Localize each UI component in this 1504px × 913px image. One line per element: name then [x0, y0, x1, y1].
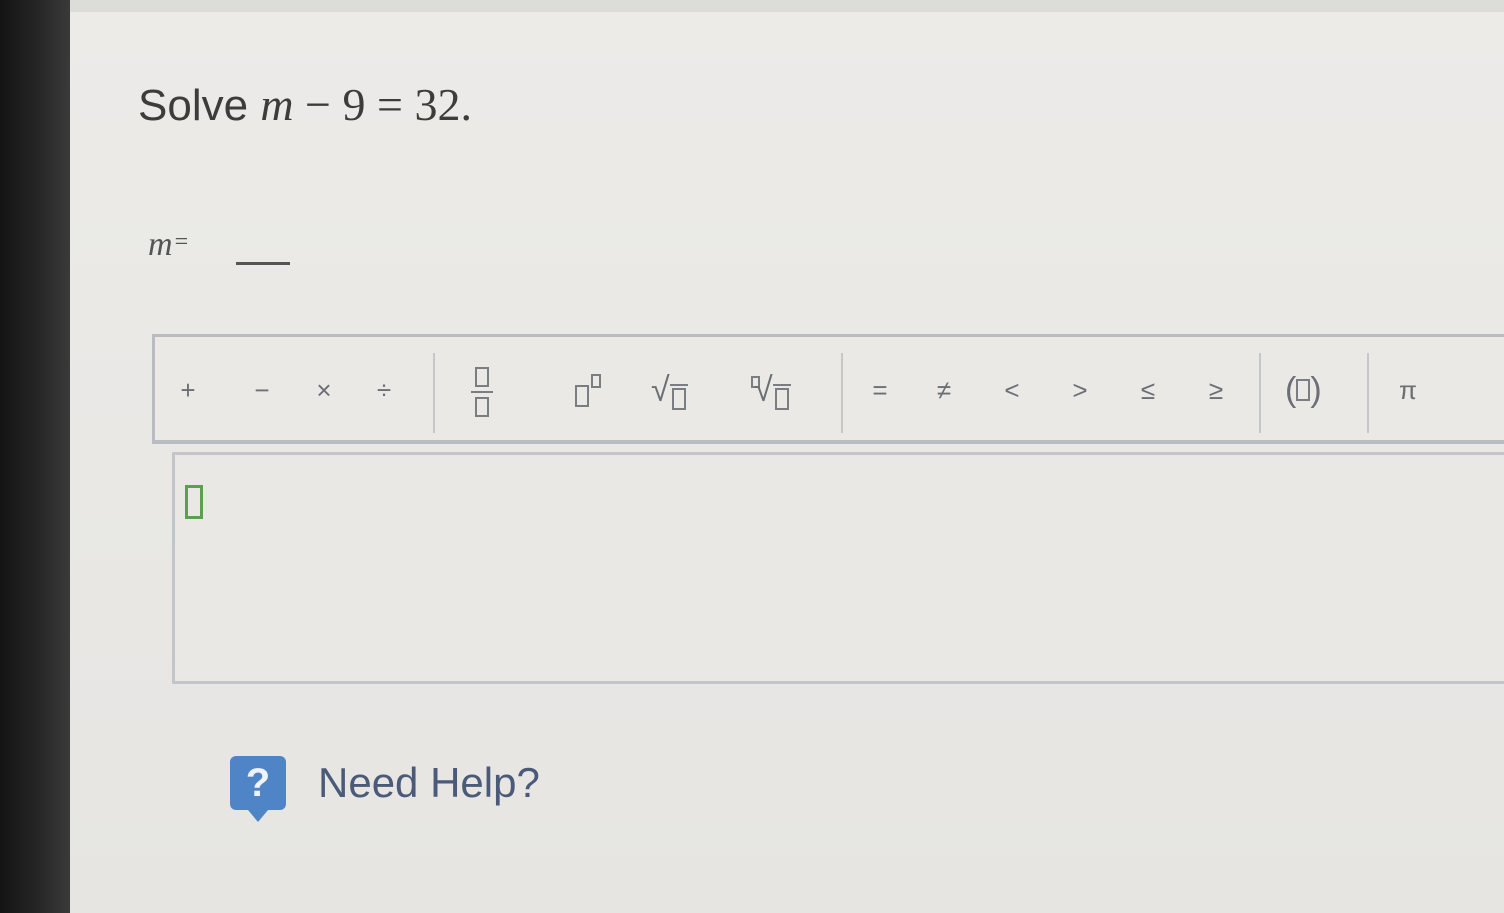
toolbar-divider — [433, 353, 435, 433]
greater-than-button[interactable]: > — [1065, 365, 1095, 415]
question-period: . — [460, 79, 472, 130]
less-equal-button[interactable]: ≤ — [1133, 365, 1163, 415]
greater-equal-button[interactable]: ≥ — [1201, 365, 1231, 415]
pi-button[interactable]: π — [1393, 365, 1423, 415]
times-button[interactable]: × — [309, 365, 339, 415]
parentheses-icon: () — [1285, 370, 1322, 409]
fraction-bar — [471, 391, 493, 393]
answer-variable: m — [148, 226, 173, 263]
fraction-denominator-box — [475, 397, 489, 417]
divide-button[interactable]: ÷ — [369, 365, 399, 415]
not-equal-button[interactable]: ≠ — [929, 365, 959, 415]
toolbar-divider — [1259, 353, 1261, 433]
question-operator: − — [305, 79, 331, 130]
question-variable: m — [260, 79, 294, 130]
nth-root-button[interactable]: √ — [751, 365, 791, 415]
math-toolbar: + − × ÷ √ √ = ≠ < > ≤ ≥ () π — [152, 334, 1504, 444]
answer-input-area[interactable] — [172, 452, 1504, 684]
exponent-icon — [575, 385, 589, 407]
fraction-icon — [475, 367, 489, 387]
less-than-button[interactable]: < — [997, 365, 1027, 415]
question-equation: m − 9 = 32. — [260, 79, 472, 130]
fraction-button[interactable] — [467, 359, 497, 425]
need-help-label: Need Help? — [318, 759, 540, 806]
exponent-power-box — [591, 374, 601, 388]
need-help-button[interactable]: ? Need Help? — [230, 756, 540, 822]
nth-root-icon: √ — [751, 371, 791, 410]
exponent-button[interactable] — [573, 365, 603, 415]
answer-blank[interactable] — [236, 262, 290, 265]
parentheses-button[interactable]: () — [1285, 365, 1322, 415]
minus-button[interactable]: − — [247, 365, 277, 415]
input-cursor-box — [185, 485, 203, 519]
question-constant: 9 — [342, 79, 366, 130]
math-editor: + − × ÷ √ √ = ≠ < > ≤ ≥ () π — [152, 334, 1504, 694]
help-icon: ? — [230, 756, 286, 822]
question-text: Solve m − 9 = 32. — [138, 78, 472, 131]
answer-label: m= — [148, 226, 188, 264]
toolbar-divider — [1367, 353, 1369, 433]
question-prefix: Solve — [138, 81, 249, 130]
square-root-icon: √ — [651, 371, 688, 410]
plus-button[interactable]: + — [173, 365, 203, 415]
toolbar-divider — [841, 353, 843, 433]
question-equals: = — [377, 79, 403, 130]
top-strip — [70, 0, 1504, 12]
screen-bezel — [0, 0, 70, 913]
square-root-button[interactable]: √ — [651, 365, 688, 415]
question-rhs: 32 — [414, 79, 461, 130]
answer-equals: = — [174, 229, 189, 255]
equals-button[interactable]: = — [865, 365, 895, 415]
